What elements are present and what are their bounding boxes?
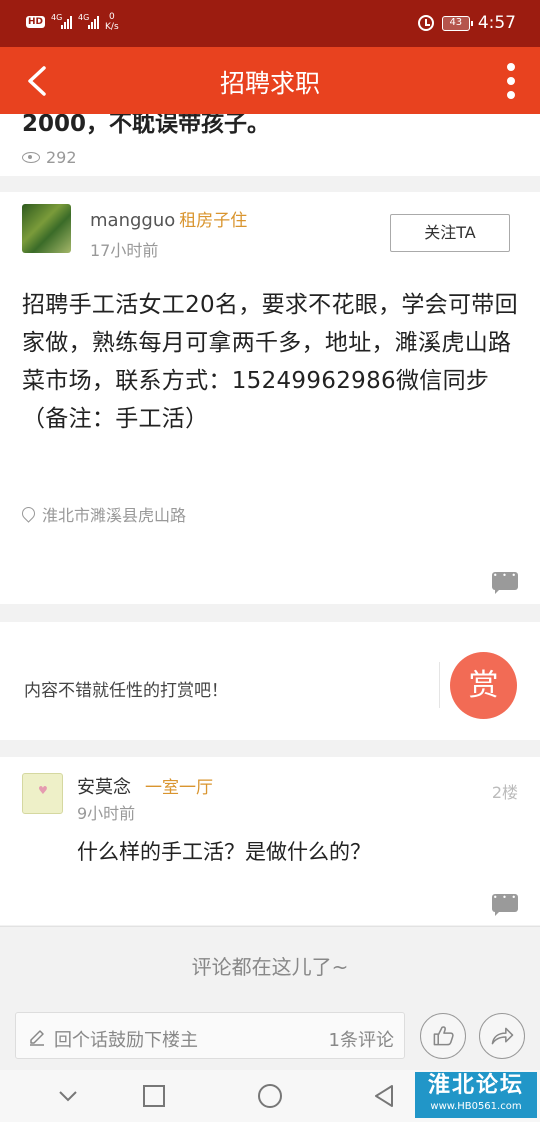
location-pin-icon bbox=[22, 507, 34, 522]
share-button[interactable] bbox=[479, 1013, 525, 1059]
user-tag: 租房子住 bbox=[179, 211, 248, 231]
watermark-url: www.HB0561.com bbox=[430, 1101, 522, 1112]
app-bar: 招聘求职 bbox=[0, 47, 540, 114]
view-count-value: 292 bbox=[46, 148, 77, 167]
watermark-title: 淮北论坛 bbox=[427, 1073, 524, 1098]
network-speed-unit: K/s bbox=[105, 22, 119, 32]
network-type-1: 4G bbox=[51, 13, 63, 22]
signal-icon-2: 4G bbox=[78, 13, 100, 29]
view-count: 292 bbox=[22, 148, 77, 167]
network-speed-value: 0 bbox=[108, 12, 115, 22]
avatar[interactable] bbox=[22, 204, 71, 253]
chevron-down-icon[interactable] bbox=[54, 1082, 82, 1110]
alarm-icon bbox=[417, 15, 434, 31]
back-nav-icon[interactable] bbox=[370, 1082, 398, 1110]
end-of-comments: 评论都在这儿了~ bbox=[0, 926, 540, 1006]
network-speed: 0 K/s bbox=[105, 12, 119, 32]
recent-apps-icon[interactable] bbox=[140, 1082, 168, 1110]
follow-button[interactable]: 关注TA bbox=[390, 214, 510, 252]
reply-card: 安莫念一室一厅 9小时前 2楼 什么样的手工活？是做什么的？ bbox=[0, 757, 540, 925]
comment-count[interactable]: 1条评论 bbox=[329, 1026, 394, 1052]
floor-number: 2楼 bbox=[491, 783, 518, 802]
reply-body: 什么样的手工活？是做什么的？ bbox=[77, 840, 371, 864]
post-card: mangguo 租房子住 17小时前 关注TA 招聘手工活女工20名，要求不花眼，… bbox=[0, 192, 540, 604]
location-text: 淮北市濉溪县虎山路 bbox=[42, 506, 187, 525]
post-time: 17小时前 bbox=[90, 241, 159, 260]
comment-bar: 回个话鼓励下楼主 1条评论 bbox=[0, 1006, 540, 1070]
comment-input[interactable]: 回个话鼓励下楼主 1条评论 bbox=[15, 1012, 405, 1059]
eye-icon bbox=[22, 152, 40, 163]
avatar[interactable] bbox=[22, 773, 63, 814]
status-bar: HD 4G 4G 0 K/s 43 4:57 bbox=[0, 0, 540, 47]
user-tag: 一室一厅 bbox=[145, 778, 213, 798]
previous-post-text: 2000，不耽误带孩子。 bbox=[22, 114, 271, 137]
pencil-icon bbox=[30, 1030, 44, 1046]
network-type-2: 4G bbox=[78, 13, 90, 22]
tip-button[interactable]: 赏 bbox=[450, 652, 517, 719]
post-location[interactable]: 淮北市濉溪县虎山路 bbox=[22, 502, 186, 526]
reply-username[interactable]: 安莫念 bbox=[77, 777, 131, 798]
page-title: 招聘求职 bbox=[219, 69, 320, 98]
comment-placeholder: 回个话鼓励下楼主 bbox=[54, 1030, 198, 1051]
more-menu-icon[interactable] bbox=[506, 63, 516, 99]
tip-card: 内容不错就任性的打赏吧！ 赏 bbox=[0, 622, 540, 740]
divider bbox=[439, 662, 440, 708]
home-icon[interactable] bbox=[256, 1082, 284, 1110]
hd-badge: HD bbox=[26, 16, 46, 28]
tip-text: 内容不错就任性的打赏吧！ bbox=[24, 681, 228, 701]
signal-icon: 4G bbox=[51, 13, 73, 29]
comment-bubble-icon[interactable] bbox=[492, 571, 518, 594]
like-button[interactable] bbox=[420, 1013, 466, 1059]
post-author[interactable]: mangguo 租房子住 bbox=[90, 206, 247, 231]
clock: 4:57 bbox=[477, 13, 516, 33]
forum-watermark: 淮北论坛 www.HB0561.com bbox=[415, 1072, 537, 1118]
post-username[interactable]: mangguo bbox=[90, 210, 175, 231]
post-body: 招聘手工活女工20名，要求不花眼，学会可带回家做，熟练每月可拿两千多，地址，濉溪… bbox=[22, 292, 518, 432]
reply-author[interactable]: 安莫念 一室一厅 bbox=[77, 773, 213, 799]
reply-time: 9小时前 bbox=[77, 804, 136, 823]
battery-icon: 43 bbox=[441, 15, 473, 31]
reply-comment-icon[interactable] bbox=[492, 893, 518, 916]
previous-post-card: 2000，不耽误带孩子。 292 bbox=[0, 114, 540, 176]
